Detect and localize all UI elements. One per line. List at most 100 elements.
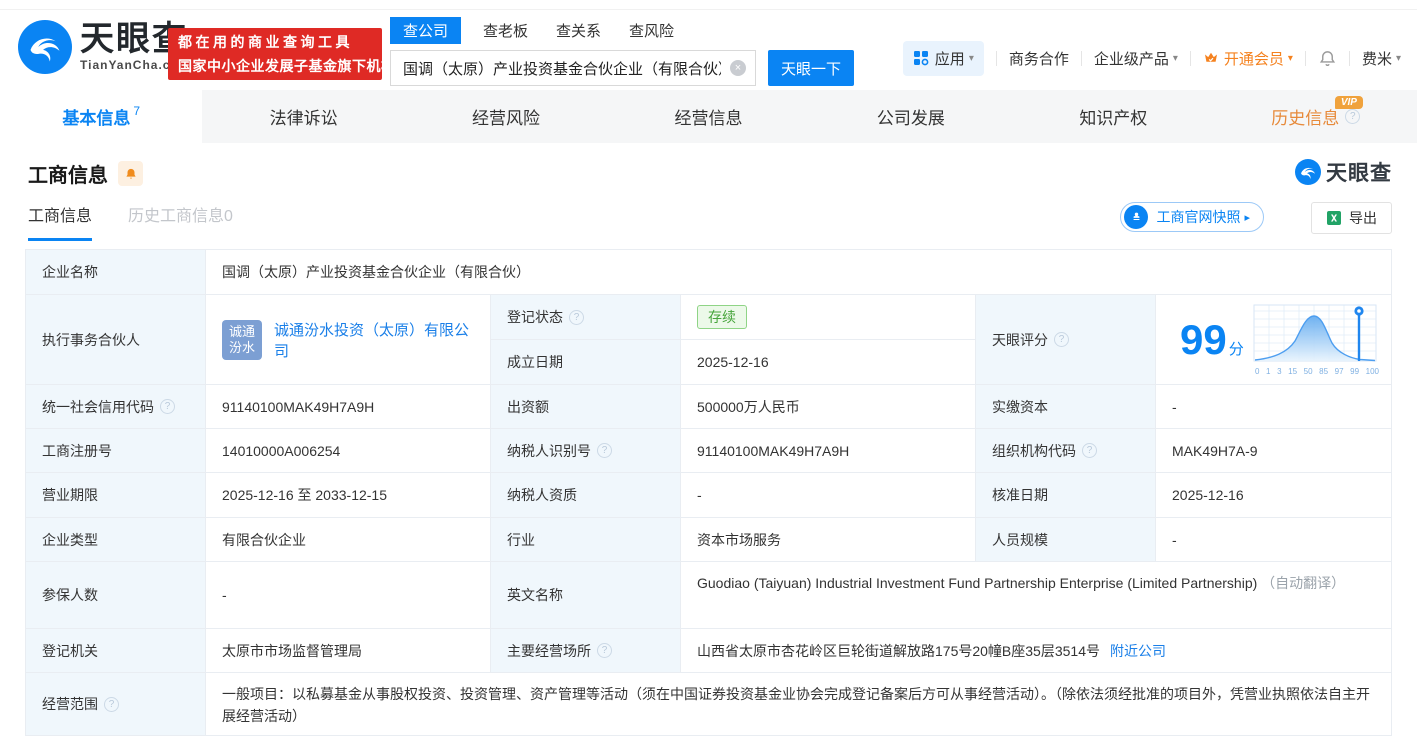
tab-intellectual-property[interactable]: 知识产权 xyxy=(1012,90,1214,143)
table-row: 经营范围 一般项目：以私募基金从事股权投资、投资管理、资产管理等活动（须在中国证… xyxy=(26,673,1391,736)
nav-user-menu[interactable]: 费米 xyxy=(1362,48,1401,69)
reg-number-label: 工商注册号 xyxy=(26,429,206,472)
clear-search-icon[interactable] xyxy=(730,60,746,76)
watermark-logo: 天眼查 xyxy=(1295,157,1392,187)
business-scope-label: 经营范围 xyxy=(26,673,206,735)
username: 费米 xyxy=(1361,50,1392,68)
watermark-brand: 天眼查 xyxy=(1326,162,1392,185)
business-info-table: 企业名称 国调（太原）产业投资基金合伙企业（有限合伙） 执行事务合伙人 诚通 汾… xyxy=(25,249,1392,736)
chevron-down-icon xyxy=(1396,53,1401,64)
help-icon[interactable] xyxy=(1082,443,1097,458)
search-tab-boss[interactable]: 查老板 xyxy=(483,20,528,41)
taxpayer-id-value: 91140100MAK49H7A9H xyxy=(681,429,976,472)
nav-business-coop[interactable]: 商务合作 xyxy=(1009,48,1069,69)
staff-size-value: - xyxy=(1156,518,1391,561)
search-tab-relation[interactable]: 查关系 xyxy=(556,20,601,41)
monitor-bell-button[interactable] xyxy=(118,161,143,186)
search-tabs: 查公司 查老板 查关系 查风险 xyxy=(390,16,854,44)
promo-line-1: 都在用的商业查询工具 xyxy=(178,34,353,50)
reg-authority-label: 登记机关 xyxy=(26,629,206,672)
official-snapshot-button[interactable]: 工商官网快照 xyxy=(1120,202,1264,232)
industry-label: 行业 xyxy=(491,518,681,561)
table-row: 工商注册号 14010000A006254 纳税人识别号 91140100MAK… xyxy=(26,429,1391,473)
help-icon[interactable] xyxy=(160,399,175,414)
subtab-business-registration[interactable]: 工商信息 xyxy=(28,202,93,241)
org-code-label: 组织机构代码 xyxy=(976,429,1156,472)
establish-date-value: 2025-12-16 xyxy=(681,340,975,384)
table-row: 参保人数 - 英文名称 Guodiao (Taiyuan) Industrial… xyxy=(26,562,1391,629)
top-divider xyxy=(0,0,1417,10)
industry-value: 资本市场服务 xyxy=(681,518,976,561)
partner-logo: 诚通 汾水 xyxy=(222,319,262,360)
business-scope-value: 一般项目：以私募基金从事股权投资、投资管理、资产管理等活动（须在中国证券投资基金… xyxy=(206,673,1391,735)
tab-legal-litigation[interactable]: 法律诉讼 xyxy=(202,90,404,143)
help-icon[interactable] xyxy=(104,696,119,712)
executive-partner-label: 执行事务合伙人 xyxy=(26,295,206,384)
table-row: 企业类型 有限合伙企业 行业 资本市场服务 人员规模 - xyxy=(26,518,1391,562)
company-name-label: 企业名称 xyxy=(26,250,206,294)
notifications-bell-icon[interactable] xyxy=(1318,49,1337,68)
table-row: 登记机关 太原市市场监督管理局 主要经营场所 山西省太原市杏花岭区巨轮街道解放路… xyxy=(26,629,1391,673)
promo-line-2: 国家中小企业发展子基金旗下机构 xyxy=(178,58,396,74)
help-icon[interactable] xyxy=(597,643,612,658)
apps-label: 应用 xyxy=(934,50,965,68)
company-type-label: 企业类型 xyxy=(26,518,206,561)
table-row: 营业期限 2025-12-16 至 2033-12-15 纳税人资质 - 核准日… xyxy=(26,473,1391,518)
table-row: 执行事务合伙人 诚通 汾水 诚通汾水投资（太原）有限公司 登记状态 存续 成立日… xyxy=(26,295,1391,385)
chevron-down-icon xyxy=(1173,53,1178,64)
apps-menu-button[interactable]: 应用 xyxy=(902,40,984,76)
tianyancha-swirl-icon xyxy=(1295,159,1321,185)
apps-grid-icon xyxy=(913,51,929,66)
excel-icon xyxy=(1327,211,1341,225)
tianyancha-logo[interactable]: 天眼查 TianYanCha.com xyxy=(18,20,190,74)
registration-status-label: 登记状态 xyxy=(491,295,681,339)
company-tabbar: 基本信息 7 法律诉讼 经营风险 经营信息 公司发展 知识产权 VIP 历史信息 xyxy=(0,90,1417,143)
help-icon[interactable] xyxy=(569,309,584,325)
contribution-label: 出资额 xyxy=(491,385,681,428)
help-icon[interactable] xyxy=(597,443,612,458)
taxpayer-quality-value: - xyxy=(681,473,976,517)
tab-company-development[interactable]: 公司发展 xyxy=(810,90,1012,143)
taxpayer-quality-label: 纳税人资质 xyxy=(491,473,681,517)
address-value: 山西省太原市杏花岭区巨轮街道解放路175号20幢B座35层3514号 附近公司 xyxy=(681,629,1391,672)
section-title: 工商信息 xyxy=(28,165,108,187)
arrow-right-icon xyxy=(1244,211,1250,224)
tab-basic-info[interactable]: 基本信息 7 xyxy=(0,90,203,143)
score-axis-ticks: 0 1 3 15 50 85 97 99 100 xyxy=(1255,367,1379,376)
auto-translate-note: （自动翻译） xyxy=(1261,575,1346,591)
chevron-down-icon xyxy=(1288,53,1293,64)
help-icon[interactable] xyxy=(1345,109,1361,124)
tianyan-score-value: 99 分 0 1 3 15 50 85 97 99 100 xyxy=(1156,295,1391,384)
search-tab-company[interactable]: 查公司 xyxy=(390,16,462,44)
tab-count: 7 xyxy=(133,103,141,118)
business-term-label: 营业期限 xyxy=(26,473,206,517)
taxpayer-id-label: 纳税人识别号 xyxy=(491,429,681,472)
tab-business-info[interactable]: 经营信息 xyxy=(607,90,809,143)
insured-count-value: - xyxy=(206,562,491,628)
staff-size-label: 人员规模 xyxy=(976,518,1156,561)
credit-code-label: 统一社会信用代码 xyxy=(26,385,206,428)
nearby-companies-link[interactable]: 附近公司 xyxy=(1110,641,1166,661)
help-icon[interactable] xyxy=(1054,332,1069,347)
partner-company-link[interactable]: 诚通汾水投资（太原）有限公司 xyxy=(274,319,474,361)
subtab-history-registration[interactable]: 历史工商信息0 xyxy=(128,202,233,238)
address-label: 主要经营场所 xyxy=(491,629,681,672)
english-name-label: 英文名称 xyxy=(491,562,681,628)
tab-history-info[interactable]: VIP 历史信息 xyxy=(1215,90,1417,143)
table-row: 企业名称 国调（太原）产业投资基金合伙企业（有限合伙） xyxy=(26,250,1391,295)
nav-open-vip[interactable]: 开通会员 xyxy=(1203,48,1293,69)
search-button[interactable]: 天眼一下 xyxy=(768,50,854,86)
reg-authority-value: 太原市市场监督管理局 xyxy=(206,629,491,672)
search-tab-risk[interactable]: 查风险 xyxy=(629,20,674,41)
approval-date-value: 2025-12-16 xyxy=(1156,473,1391,517)
reg-number-value: 14010000A006254 xyxy=(206,429,491,472)
registration-status-value: 存续 xyxy=(681,295,975,339)
score-number: 99 xyxy=(1180,315,1227,363)
nav-enterprise-products[interactable]: 企业级产品 xyxy=(1094,48,1178,69)
export-button[interactable]: 导出 xyxy=(1311,202,1392,234)
promo-banner: 都在用的商业查询工具 国家中小企业发展子基金旗下机构 xyxy=(168,28,396,80)
tianyan-score-label: 天眼评分 xyxy=(976,295,1156,384)
tab-operational-risk[interactable]: 经营风险 xyxy=(405,90,607,143)
contribution-value: 500000万人民币 xyxy=(681,385,976,428)
search-input[interactable] xyxy=(390,50,756,86)
